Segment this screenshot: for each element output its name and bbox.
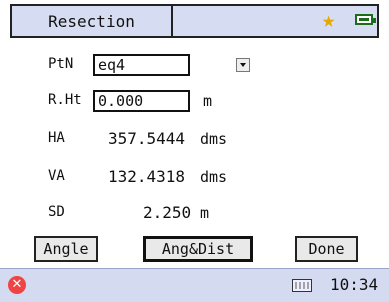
battery-icon [355, 14, 376, 25]
sd-value: 2.250 [143, 203, 192, 222]
ha-label: HA [48, 130, 65, 146]
ha-unit: dms [200, 130, 228, 148]
window-title: Resection [10, 4, 173, 38]
keyboard-icon[interactable] [292, 279, 312, 292]
ptn-input[interactable]: eq4 [93, 54, 190, 76]
ha-row: HA 357.5444 dms [0, 126, 389, 152]
done-button[interactable]: Done [295, 236, 358, 262]
ptn-dropdown-arrow-icon[interactable] [236, 58, 250, 72]
sd-label: SD [48, 204, 65, 220]
ha-value: 357.5444 [108, 129, 186, 148]
ptn-row: PtN eq4 [0, 52, 389, 78]
close-icon[interactable]: ✕ [8, 276, 26, 294]
rht-input[interactable]: 0.000 [93, 90, 190, 112]
title-bar: Resection ★ [0, 0, 389, 40]
va-value: 132.4318 [108, 167, 186, 186]
favorite-star-icon[interactable]: ★ [322, 10, 335, 32]
va-label: VA [48, 168, 65, 184]
title-bar-status-area [173, 4, 379, 38]
clock: 10:34 [330, 275, 379, 294]
va-unit: dms [200, 168, 228, 186]
rht-label: R.Ht [48, 92, 82, 108]
rht-row: R.Ht 0.000 m [0, 88, 389, 114]
rht-unit: m [203, 92, 213, 110]
ang-dist-button[interactable]: Ang&Dist [143, 236, 253, 262]
angle-button[interactable]: Angle [34, 236, 98, 262]
taskbar: ✕ 10:34 [0, 268, 389, 302]
sd-row: SD 2.250 m [0, 200, 389, 226]
ptn-label: PtN [48, 56, 74, 72]
va-row: VA 132.4318 dms [0, 164, 389, 190]
sd-unit: m [200, 204, 210, 222]
